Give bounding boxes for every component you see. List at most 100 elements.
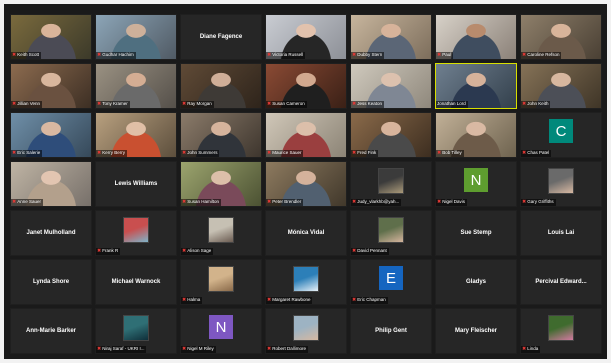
participant-name: Janet Mulholland: [26, 230, 76, 236]
participant-tile-peter-brendler[interactable]: ✖ Peter Brendler: [265, 161, 347, 207]
participant-tile-chas-patel[interactable]: C ✖ Chas Patel: [520, 112, 602, 158]
name-label: ✖ Alison Sage: [181, 248, 214, 255]
participant-tile-lynda-shore[interactable]: Lynda Shore: [10, 259, 92, 305]
participant-name: Chas Patel: [527, 150, 550, 156]
participant-tile-jonathan-lord[interactable]: Jonathan Lord: [435, 63, 517, 109]
name-label: ✖ Halma: [181, 297, 203, 304]
participant-tile-percival-edward[interactable]: Percival Edward...: [520, 259, 602, 305]
participant-tile-john-summers[interactable]: ✖ John Summers: [180, 112, 262, 158]
participant-tile-susan-hamilton[interactable]: ✖ Susan Hamilton: [180, 161, 262, 207]
profile-picture: [378, 168, 404, 194]
profile-picture: [208, 217, 234, 243]
participant-name: Percival Edward...: [535, 279, 587, 285]
muted-mic-icon: ✖: [182, 199, 187, 205]
name-label: ✖ Anne Sauer: [11, 199, 43, 206]
participant-name: Robert Dallimore: [272, 346, 306, 352]
muted-mic-icon: ✖: [267, 101, 272, 107]
muted-mic-icon: ✖: [97, 248, 102, 254]
participant-name: Alison Sage: [187, 248, 212, 254]
name-label: ✖ Frank R: [96, 248, 121, 255]
participant-tile-bob-tilley[interactable]: ✖ Bob Tilley: [435, 112, 517, 158]
participant-name: Lynda Shore: [32, 279, 70, 285]
participant-tile-john-keith[interactable]: ✖ John Keith: [520, 63, 602, 109]
muted-mic-icon: ✖: [522, 101, 527, 107]
participant-tile-fred-fink[interactable]: ✖ Fred Fink: [350, 112, 432, 158]
participant-name: John Keith: [527, 101, 549, 107]
participant-tile-gary-griffiths[interactable]: ✖ Gary Griffiths: [520, 161, 602, 207]
participant-tile-alison-sage[interactable]: ✖ Alison Sage: [180, 210, 262, 256]
participant-tile-susan-cameron[interactable]: ✖ Susan Cameron: [265, 63, 347, 109]
participant-name: Judy_vlarkhb@yah...: [357, 199, 400, 205]
participant-tile-philip-gent[interactable]: Philip Gent: [350, 308, 432, 354]
muted-mic-icon: ✖: [522, 150, 527, 156]
participant-tile-paul[interactable]: ✖ Paul: [435, 14, 517, 60]
participant-tile-nigel-davis[interactable]: N ✖ Nigel Davis: [435, 161, 517, 207]
name-label: ✖ Victoria Russell: [266, 52, 306, 59]
muted-mic-icon: ✖: [267, 52, 272, 58]
muted-mic-icon: ✖: [12, 150, 17, 156]
muted-mic-icon: ✖: [522, 199, 527, 205]
participant-name: Susan Cameron: [272, 101, 305, 107]
participant-tile-nigel-m-riley[interactable]: N ✖ Nigel M Riley: [180, 308, 262, 354]
participant-tile-mary-fleischer[interactable]: Mary Fleischer: [435, 308, 517, 354]
participant-name: Sue Stemp: [460, 230, 492, 236]
participant-tile-frank-r[interactable]: ✖ Frank R: [95, 210, 177, 256]
participant-tile-halma[interactable]: ✖ Halma: [180, 259, 262, 305]
participant-name: Maurice Sauer: [272, 150, 302, 156]
participant-tile-david-pennant[interactable]: ✖ David Pennant: [350, 210, 432, 256]
participant-tile-anne-sauer[interactable]: ✖ Anne Sauer: [10, 161, 92, 207]
participant-tile-diane-fagence[interactable]: Diane Fagence: [180, 14, 262, 60]
participant-name: Philip Gent: [375, 328, 407, 334]
letter-avatar: E: [379, 266, 403, 290]
participant-tile-ray-morgan[interactable]: ✖ Ray Morgan: [180, 63, 262, 109]
participant-name: Gladys: [465, 279, 486, 285]
participant-tile-caroline-refson[interactable]: ✖ Caroline Refson: [520, 14, 602, 60]
muted-mic-icon: ✖: [437, 150, 442, 156]
participant-tile-tony-kramer[interactable]: ✖ Tony Kramer: [95, 63, 177, 109]
name-label: ✖ Jillian Venn: [11, 101, 42, 108]
participant-tile-dubby-stern[interactable]: ✖ Dubby Stern: [350, 14, 432, 60]
participant-name: Michael Warnock: [111, 279, 161, 285]
participant-tile-jillian-venn[interactable]: ✖ Jillian Venn: [10, 63, 92, 109]
participant-tile-gudhar-hachim[interactable]: ✖ Gudhar Hachim: [95, 14, 177, 60]
participant-tile-victoria-russell[interactable]: ✖ Victoria Russell: [265, 14, 347, 60]
participant-tile-judy-vlarkhb-yah[interactable]: ✖ Judy_vlarkhb@yah...: [350, 161, 432, 207]
muted-mic-icon: ✖: [12, 199, 17, 205]
muted-mic-icon: ✖: [182, 248, 187, 254]
muted-mic-icon: ✖: [352, 52, 357, 58]
participant-tile-robert-dallimore[interactable]: ✖ Robert Dallimore: [265, 308, 347, 354]
participant-tile-linda[interactable]: ✖ Linda: [520, 308, 602, 354]
participant-tile-louis-lai[interactable]: Louis Lai: [520, 210, 602, 256]
participant-name: Fred Fink: [357, 150, 377, 156]
participant-tile-sue-stemp[interactable]: Sue Stemp: [435, 210, 517, 256]
muted-mic-icon: ✖: [182, 346, 187, 352]
participant-tile-ann-marie-barker[interactable]: Ann-Marie Barker: [10, 308, 92, 354]
participant-tile-maurice-sauer[interactable]: ✖ Maurice Sauer: [265, 112, 347, 158]
participant-tile-eric-chapman[interactable]: E ✖ Eric Chapman: [350, 259, 432, 305]
name-label: ✖ Margaret Rawbone: [266, 297, 313, 304]
participant-tile-gladys[interactable]: Gladys: [435, 259, 517, 305]
participant-tile-m-nica-vidal[interactable]: Mónica Vidal: [265, 210, 347, 256]
participant-tile-michael-warnock[interactable]: Michael Warnock: [95, 259, 177, 305]
participant-tile-margaret-rawbone[interactable]: ✖ Margaret Rawbone: [265, 259, 347, 305]
participant-tile-lewis-williams[interactable]: Lewis Williams: [95, 161, 177, 207]
muted-mic-icon: ✖: [182, 150, 187, 156]
participant-tile-niraj-saraf-ukri-i[interactable]: ✖ Niraj Saraf - UKRI I...: [95, 308, 177, 354]
participant-tile-kerry-berry[interactable]: ✖ Kerry Berry: [95, 112, 177, 158]
participant-tile-eric-salerie[interactable]: ✖ Eric Salerie: [10, 112, 92, 158]
name-label: ✖ Eric Chapman: [351, 297, 388, 304]
profile-picture: [548, 315, 574, 341]
muted-mic-icon: ✖: [352, 297, 357, 303]
letter-avatar: C: [549, 119, 573, 143]
participant-tile-jess-keaton[interactable]: ✖ Jess Keaton: [350, 63, 432, 109]
participant-tile-janet-mulholland[interactable]: Janet Mulholland: [10, 210, 92, 256]
participant-tile-keith-scott[interactable]: ✖ Keith Scott: [10, 14, 92, 60]
participant-name: Ray Morgan: [187, 101, 212, 107]
name-label: ✖ Ray Morgan: [181, 101, 214, 108]
muted-mic-icon: ✖: [97, 346, 102, 352]
muted-mic-icon: ✖: [182, 297, 187, 303]
muted-mic-icon: ✖: [182, 101, 187, 107]
name-label: ✖ Jess Keaton: [351, 101, 384, 108]
profile-picture: [123, 315, 149, 341]
participant-name: Linda: [527, 346, 539, 352]
